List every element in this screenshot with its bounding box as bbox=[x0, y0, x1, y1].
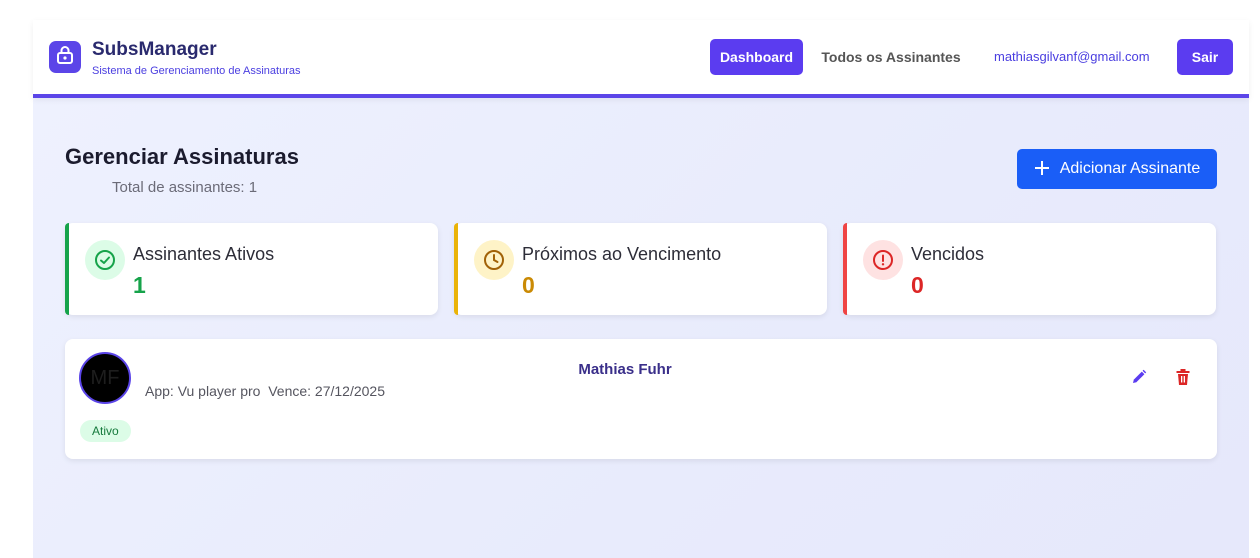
brand-title: SubsManager bbox=[92, 39, 217, 60]
stat-card-expiring: Próximos ao Vencimento 0 bbox=[454, 223, 827, 315]
subscriber-name: Mathias Fuhr bbox=[578, 361, 672, 378]
plus-icon bbox=[1034, 159, 1050, 179]
stat-label: Próximos ao Vencimento bbox=[522, 244, 722, 264]
total-subscribers-text: Total de assinantes: 1 bbox=[112, 179, 258, 196]
stat-label: Vencidos bbox=[911, 244, 985, 264]
subscriber-meta: App: Vu player pro Vence: 27/12/2025 bbox=[145, 383, 385, 399]
avatar: MF bbox=[79, 352, 131, 404]
stat-card-expired: Vencidos 0 bbox=[843, 223, 1216, 315]
stat-accent-bar bbox=[454, 223, 458, 315]
pencil-icon bbox=[1130, 368, 1148, 391]
edit-button[interactable] bbox=[1127, 367, 1151, 391]
add-subscriber-label: Adicionar Assinante bbox=[1059, 160, 1201, 177]
brand-subtitle: Sistema de Gerenciamento de Assinaturas bbox=[92, 65, 301, 77]
delete-button[interactable] bbox=[1171, 367, 1195, 391]
stat-label: Assinantes Ativos bbox=[133, 244, 275, 264]
stat-value: 0 bbox=[911, 272, 924, 298]
add-subscriber-button[interactable]: Adicionar Assinante bbox=[1017, 149, 1217, 189]
stat-accent-bar bbox=[843, 223, 847, 315]
stat-accent-bar bbox=[65, 223, 69, 315]
stat-value: 0 bbox=[522, 272, 535, 298]
alert-circle-icon bbox=[863, 240, 903, 280]
app-logo bbox=[49, 41, 81, 73]
status-badge: Ativo bbox=[80, 420, 131, 442]
nav-dashboard-button[interactable]: Dashboard bbox=[710, 39, 803, 75]
user-email: mathiasgilvanf@gmail.com bbox=[994, 49, 1150, 64]
clock-icon bbox=[474, 240, 514, 280]
check-circle-icon bbox=[85, 240, 125, 280]
nav-todos-assinantes-link[interactable]: Todos os Assinantes bbox=[821, 39, 961, 75]
stat-card-active: Assinantes Ativos 1 bbox=[65, 223, 438, 315]
trash-icon bbox=[1174, 368, 1192, 391]
logout-button[interactable]: Sair bbox=[1177, 39, 1233, 75]
lock-icon bbox=[55, 45, 75, 70]
subscriber-card: MF Mathias Fuhr App: Vu player pro Vence… bbox=[65, 339, 1217, 459]
top-navbar: SubsManager Sistema de Gerenciamento de … bbox=[33, 20, 1249, 98]
stat-value: 1 bbox=[133, 272, 146, 298]
page-title: Gerenciar Assinaturas bbox=[65, 144, 299, 169]
